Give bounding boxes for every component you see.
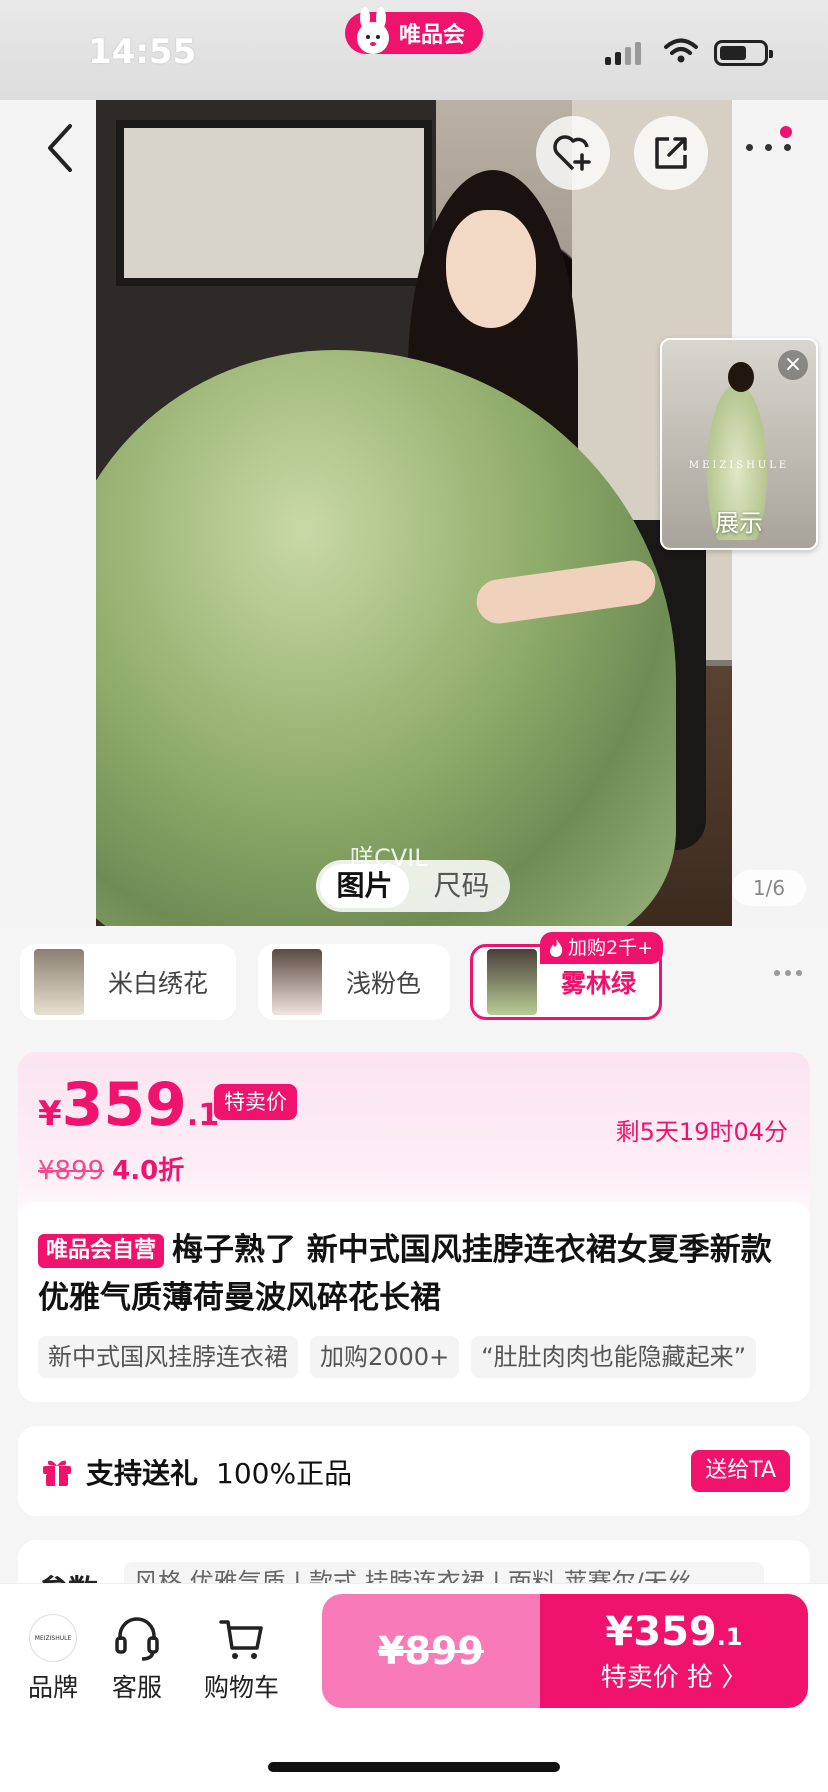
brand-label: 品牌 <box>28 1673 79 1702</box>
variant-thumb <box>272 949 322 1015</box>
countdown: 剩5天19时04分 <box>615 1118 788 1146</box>
price-card: ¥ 359 .1 特卖价 ¥899 4.0折 剩5天19时04分 唯品会自营 梅子熟… <box>18 1052 810 1402</box>
close-icon[interactable]: × <box>778 350 808 380</box>
share-icon <box>655 137 687 169</box>
variant-option[interactable]: 浅粉色 <box>258 944 450 1020</box>
discount-label: 4.0折 <box>112 1156 185 1186</box>
service-label: 客服 <box>112 1673 163 1702</box>
back-icon[interactable] <box>40 118 84 178</box>
more-button[interactable] <box>742 126 802 176</box>
buy-now-button[interactable]: ¥359.1 特卖价 抢 〉 <box>540 1594 808 1708</box>
status-time: 14:55 <box>88 32 197 72</box>
buy-price: ¥359.1 <box>605 1609 742 1655</box>
home-indicator[interactable] <box>268 1762 560 1772</box>
product-photo[interactable] <box>96 100 732 926</box>
authentic-label: 100%正品 <box>216 1457 353 1490</box>
feature-chip[interactable]: “肚肚肉肉也能隐藏起来” <box>471 1336 757 1378</box>
variant-thumb <box>487 949 537 1015</box>
tab-size[interactable]: 尺码 <box>417 864 506 908</box>
product-gallery[interactable]: MEIZISHULE × 展示 咩CVIL 图片 尺码 1/6 <box>0 100 828 926</box>
original-price-row: ¥899 4.0折 <box>38 1150 184 1187</box>
gift-card[interactable]: 支持送礼 100%正品 送给TA <box>18 1426 810 1516</box>
product-page: 14:55 唯品会 MEIZISHULE × 展示 咩CVIL 图片 尺码 1/… <box>0 0 828 1792</box>
bunny-logo-icon <box>357 7 389 54</box>
gift-icon <box>43 1460 71 1486</box>
gallery-toggle[interactable]: 图片 尺码 <box>316 860 510 912</box>
gift-support-label: 支持送礼 <box>86 1457 199 1490</box>
page-indicator: 1/6 <box>732 870 806 906</box>
buy-price-dec: .1 <box>716 1622 743 1651</box>
original-price: ¥899 <box>38 1156 105 1186</box>
title-card: 唯品会自营 梅子熟了 新中式国风挂脖连衣裙女夏季新款优雅气质薄荷曼波风碎花长裙 新… <box>18 1202 810 1400</box>
favorite-button[interactable] <box>536 116 610 190</box>
gift-text: 支持送礼 100%正品 <box>86 1452 352 1492</box>
brand-logo: MEIZISHULE <box>29 1614 77 1662</box>
video-preview-thumb[interactable]: MEIZISHULE × 展示 <box>660 338 818 550</box>
share-button[interactable] <box>634 116 708 190</box>
variant-option[interactable]: 米白绣花 <box>20 944 236 1020</box>
buy-label: 特卖价 抢 〉 <box>600 1662 748 1693</box>
price-integer: 359 <box>61 1070 187 1140</box>
more-variants-icon[interactable] <box>774 970 802 976</box>
mini-brand-text: MEIZISHULE <box>688 460 790 471</box>
status-bar: 14:55 唯品会 <box>0 0 828 100</box>
feature-chip[interactable]: 加购2000+ <box>310 1336 460 1378</box>
feature-chip[interactable]: 新中式国风挂脖连衣裙 <box>38 1336 298 1378</box>
fire-icon <box>550 939 563 957</box>
cart-icon <box>218 1620 263 1659</box>
wifi-icon <box>664 38 698 63</box>
headset-icon <box>115 1617 159 1661</box>
variant-label: 浅粉色 <box>346 969 422 998</box>
feature-chips: 新中式国风挂脖连衣裙 加购2000+ “肚肚肉肉也能隐藏起来” <box>38 1336 757 1378</box>
price-currency: ¥ <box>38 1094 62 1134</box>
product-title-block: 唯品会自营 梅子熟了 新中式国风挂脖连衣裙女夏季新款优雅气质薄荷曼波风碎花长裙 <box>38 1226 798 1322</box>
variant-label: 米白绣花 <box>108 969 209 998</box>
cart-button[interactable]: 购物车 <box>204 1614 279 1704</box>
buy-price-int: ¥359 <box>605 1608 717 1655</box>
sale-tag: 特卖价 <box>214 1084 297 1120</box>
original-price-button[interactable]: ¥899 <box>322 1594 540 1708</box>
variant-badge-label: 加购2千+ <box>568 937 654 959</box>
self-operated-tag: 唯品会自营 <box>38 1234 165 1268</box>
variant-hot-badge: 加购2千+ <box>540 932 664 964</box>
brand-button[interactable]: MEIZISHULE 品牌 <box>28 1614 78 1704</box>
app-pill-label: 唯品会 <box>399 23 466 48</box>
cart-label: 购物车 <box>204 1673 280 1702</box>
app-pill[interactable]: 唯品会 <box>345 7 483 54</box>
signal-icon <box>605 42 641 65</box>
tab-images[interactable]: 图片 <box>320 864 409 908</box>
mini-caption: 展示 <box>715 509 763 537</box>
variant-thumb <box>34 949 84 1015</box>
gift-button[interactable]: 送给TA <box>691 1450 790 1492</box>
bottom-action-bar: MEIZISHULE 品牌 客服 购物车 ¥899 ¥359.1 特卖价 抢 〉 <box>0 1584 828 1792</box>
brand-logo-text: MEIZISHULE <box>34 1634 72 1642</box>
variant-selector: 米白绣花 浅粉色 雾林绿 加购2千+ <box>0 932 828 1020</box>
variant-label: 雾林绿 <box>561 969 637 998</box>
favorite-add-icon <box>553 135 591 171</box>
notification-dot <box>780 126 792 138</box>
customer-service-button[interactable]: 客服 <box>112 1614 162 1704</box>
sale-price: ¥ 359 .1 <box>38 1070 219 1140</box>
battery-icon <box>714 40 773 66</box>
buy-button-group: ¥899 ¥359.1 特卖价 抢 〉 <box>322 1594 808 1708</box>
more-icon <box>746 144 791 151</box>
